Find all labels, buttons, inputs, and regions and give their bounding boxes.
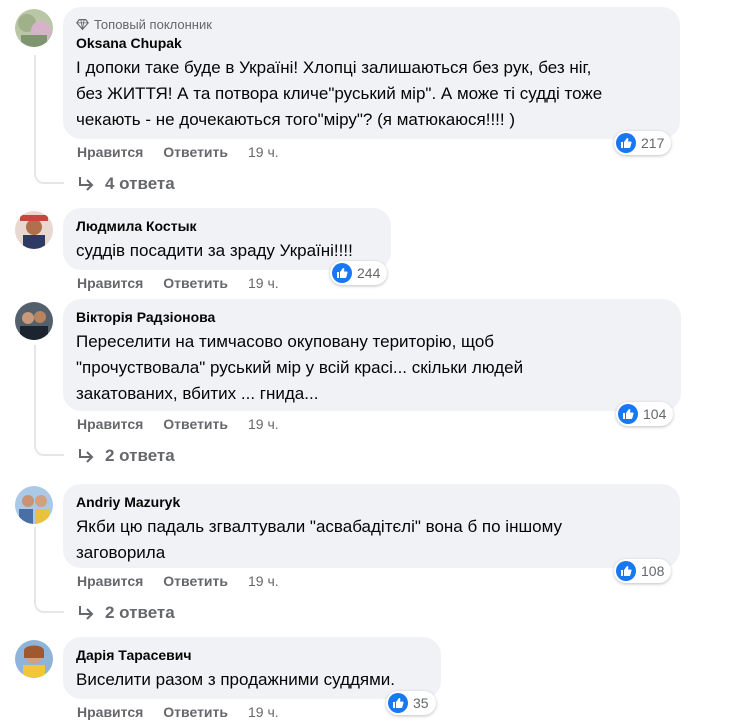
replies-label: 4 ответа — [105, 174, 175, 193]
like-count: 244 — [357, 265, 381, 281]
thread-curve — [34, 442, 64, 456]
comment-bubble: Вікторія Радзіонова Переселити на тимчас… — [63, 299, 681, 411]
avatar[interactable] — [15, 9, 53, 47]
reply-arrow-icon — [79, 177, 94, 191]
reaction-count[interactable]: 108 — [614, 559, 672, 583]
timestamp[interactable]: 19 ч. — [248, 704, 279, 720]
view-replies-button[interactable]: 2 ответа — [77, 603, 175, 623]
avatar[interactable] — [15, 211, 53, 249]
like-count: 108 — [641, 563, 665, 579]
comment-author[interactable]: Вікторія Радзіонова — [76, 308, 669, 327]
like-button[interactable]: Нравится — [77, 275, 143, 291]
like-button[interactable]: Нравится — [77, 704, 143, 720]
comment-text: суддів посадити за зраду Україні!!!! — [76, 241, 353, 260]
reply-arrow-icon — [79, 606, 94, 620]
thumbs-up-icon — [388, 693, 408, 713]
view-replies-button[interactable]: 2 ответа — [77, 446, 175, 466]
top-fan-badge: Топовый поклонник — [76, 15, 668, 33]
like-count: 104 — [643, 406, 667, 422]
reply-button[interactable]: Ответить — [163, 275, 228, 291]
diamond-icon — [76, 18, 89, 30]
badge-label: Топовый поклонник — [94, 16, 212, 32]
thread-line — [34, 55, 36, 173]
reaction-count[interactable]: 217 — [614, 131, 672, 155]
timestamp[interactable]: 19 ч. — [248, 573, 279, 589]
comment-actions: Нравится Ответить 19 ч. — [77, 573, 279, 589]
reply-button[interactable]: Ответить — [163, 416, 228, 432]
avatar[interactable] — [15, 486, 53, 524]
reaction-count[interactable]: 35 — [386, 691, 436, 715]
reply-button[interactable]: Ответить — [163, 704, 228, 720]
thread-line — [34, 527, 36, 602]
timestamp[interactable]: 19 ч. — [248, 144, 279, 160]
comment-text: Якби цю падаль згвалтували "асвабадітєлі… — [76, 517, 562, 562]
comment-text: І допоки таке буде в Україні! Хлопці зал… — [76, 58, 603, 129]
comment-actions: Нравится Ответить 19 ч. — [77, 704, 279, 720]
reply-arrow-icon — [79, 449, 94, 463]
thumbs-up-icon — [616, 561, 636, 581]
thumbs-up-icon — [616, 133, 636, 153]
reply-button[interactable]: Ответить — [163, 573, 228, 589]
like-button[interactable]: Нравится — [77, 416, 143, 432]
like-button[interactable]: Нравится — [77, 144, 143, 160]
comment-bubble: Andriy Mazuryk Якби цю падаль згвалтувал… — [63, 484, 680, 568]
comment-actions: Нравится Ответить 19 ч. — [77, 144, 279, 160]
like-count: 35 — [413, 695, 429, 711]
avatar[interactable] — [15, 640, 53, 678]
reaction-count[interactable]: 104 — [616, 402, 674, 426]
thumbs-up-icon — [332, 263, 352, 283]
comment-bubble: Топовый поклонник Oksana Chupak І допоки… — [63, 7, 680, 139]
timestamp[interactable]: 19 ч. — [248, 275, 279, 291]
reaction-count[interactable]: 244 — [330, 261, 388, 285]
avatar[interactable] — [15, 302, 53, 340]
comment-actions: Нравится Ответить 19 ч. — [77, 275, 279, 291]
comment-author[interactable]: Andriy Mazuryk — [76, 493, 668, 512]
like-button[interactable]: Нравится — [77, 573, 143, 589]
comment-author[interactable]: Людмила Костык — [76, 217, 379, 236]
thread-curve — [34, 170, 64, 184]
thread-line — [34, 345, 36, 445]
view-replies-button[interactable]: 4 ответа — [77, 174, 175, 194]
comment-author[interactable]: Дарія Тарасевич — [76, 646, 429, 665]
comment-author[interactable]: Oksana Chupak — [76, 34, 668, 53]
replies-label: 2 ответа — [105, 446, 175, 465]
comment-bubble: Дарія Тарасевич Виселити разом з продажн… — [63, 637, 441, 699]
comment-actions: Нравится Ответить 19 ч. — [77, 416, 279, 432]
comment-text: Виселити разом з продажними суддями. — [76, 670, 396, 689]
thumbs-up-icon — [618, 404, 638, 424]
replies-label: 2 ответа — [105, 603, 175, 622]
thread-curve — [34, 599, 64, 613]
comment-text: Переселити на тимчасово окуповану терито… — [76, 332, 524, 403]
reply-button[interactable]: Ответить — [163, 144, 228, 160]
timestamp[interactable]: 19 ч. — [248, 416, 279, 432]
like-count: 217 — [641, 135, 665, 151]
